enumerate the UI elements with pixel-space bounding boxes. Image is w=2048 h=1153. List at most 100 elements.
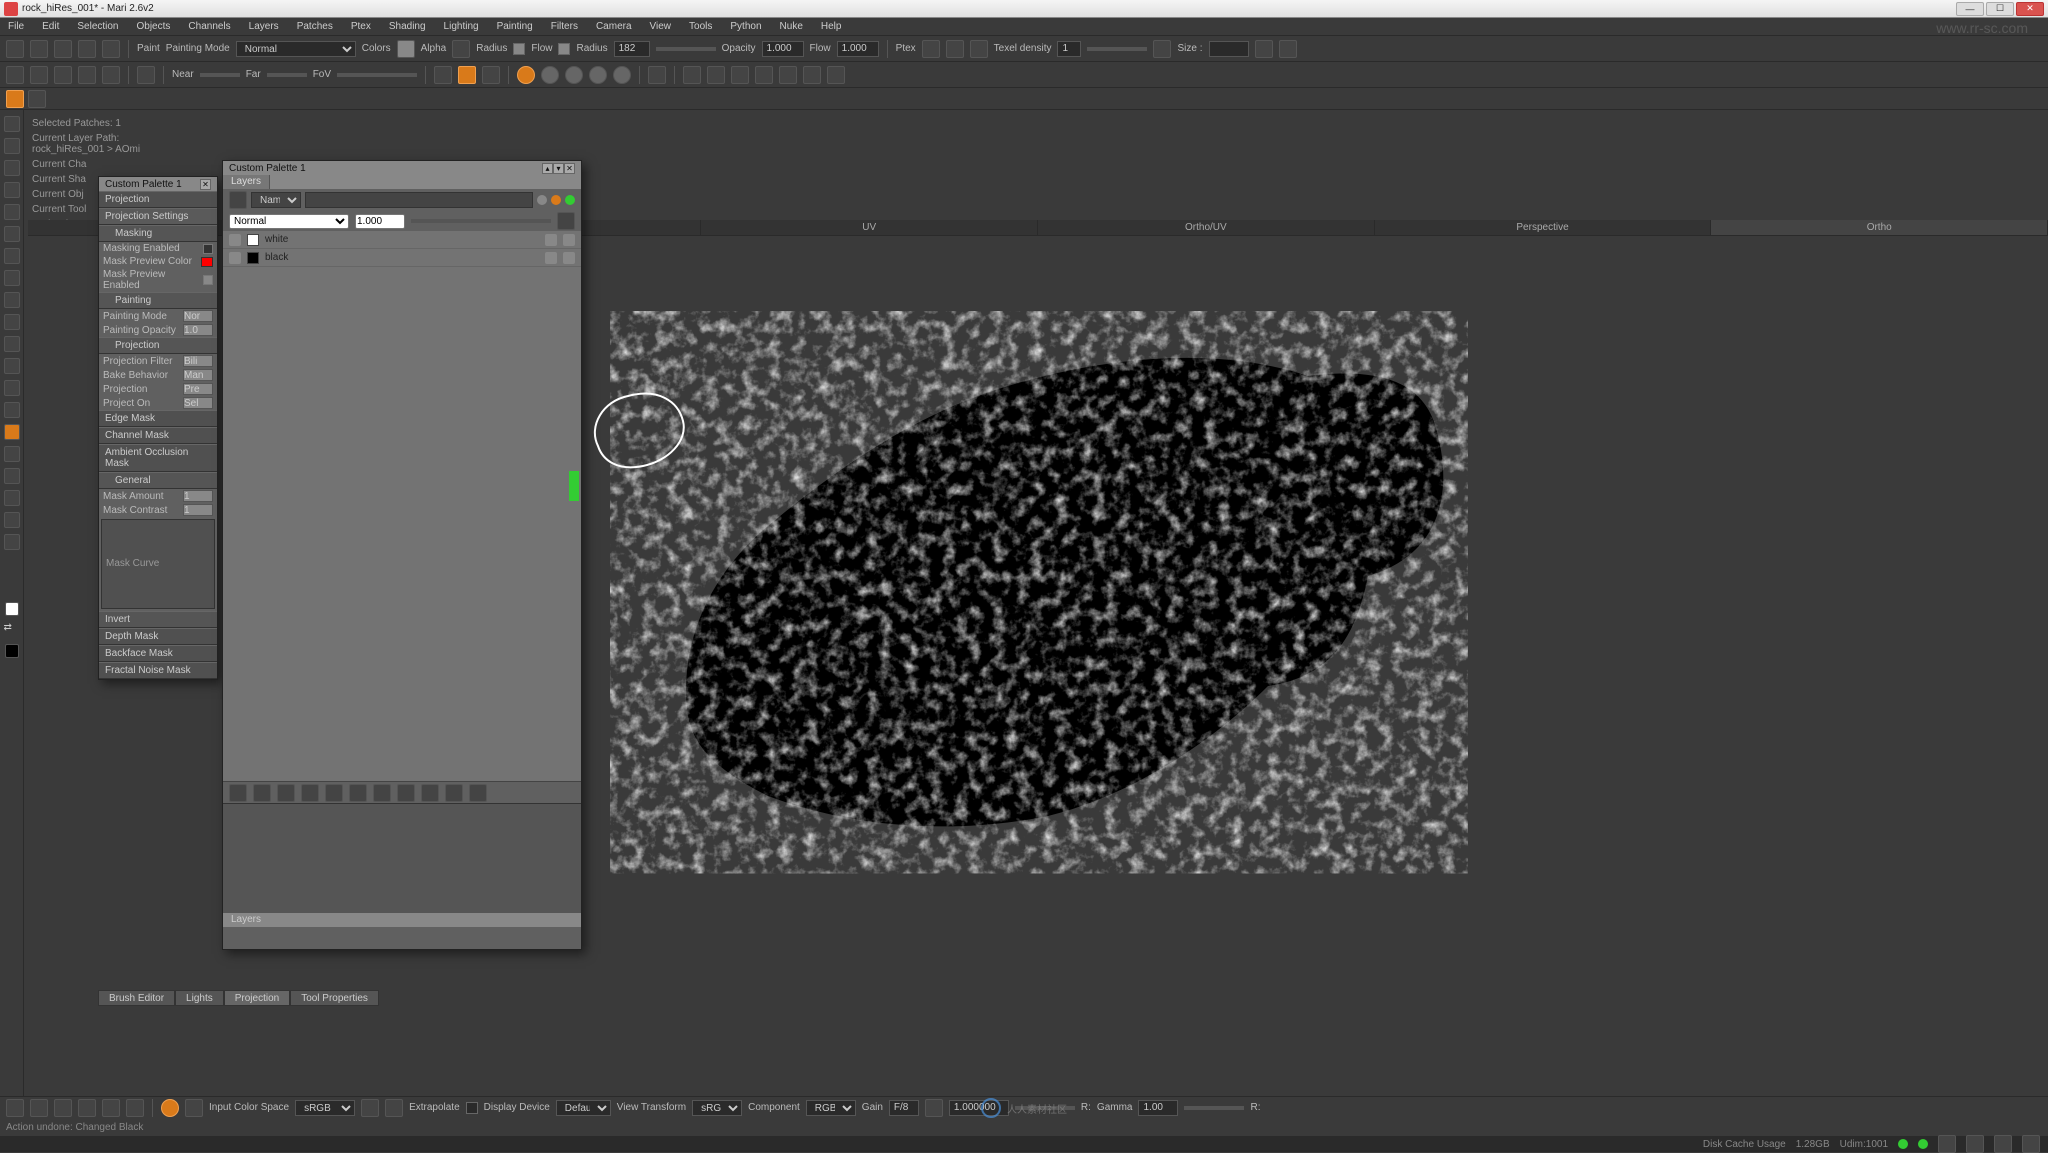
menu-camera[interactable]: Camera — [594, 19, 634, 34]
tab-ortho-uv[interactable]: Ortho/UV — [1038, 220, 1375, 235]
save-icon[interactable] — [54, 40, 72, 58]
far-slider[interactable] — [267, 73, 307, 77]
menu-painting[interactable]: Painting — [495, 19, 535, 34]
tool-extra1-icon[interactable] — [4, 446, 20, 462]
tool-mask-icon[interactable] — [4, 380, 20, 396]
footer-btn2-icon[interactable] — [1966, 1135, 1984, 1153]
add-mask-icon[interactable] — [325, 784, 343, 802]
size-btn1-icon[interactable] — [1255, 40, 1273, 58]
tool-select-icon[interactable] — [4, 116, 20, 132]
shading-btn4-icon[interactable] — [589, 66, 607, 84]
ptex-btn2-icon[interactable] — [946, 40, 964, 58]
sb-btn6-icon[interactable] — [126, 1099, 144, 1117]
tool-brush-icon[interactable] — [4, 204, 20, 220]
mask-curve-graph[interactable]: Mask Curve — [101, 519, 215, 609]
layer-opacity-btn-icon[interactable] — [557, 212, 575, 230]
menu-lighting[interactable]: Lighting — [442, 19, 481, 34]
invert-row[interactable]: Invert — [99, 611, 217, 628]
new-icon[interactable] — [6, 40, 24, 58]
painting-mode-select[interactable]: Normal — [236, 41, 356, 57]
grid-btn-icon[interactable] — [648, 66, 666, 84]
size-input[interactable] — [1209, 41, 1249, 57]
layers-name-select[interactable]: Name — [251, 192, 301, 208]
menu-tools[interactable]: Tools — [687, 19, 714, 34]
shelf-btn6-icon[interactable] — [137, 66, 155, 84]
layers-bottom-tab[interactable]: Layers — [231, 914, 261, 926]
menu-layers[interactable]: Layers — [247, 19, 281, 34]
sb-btn2-icon[interactable] — [30, 1099, 48, 1117]
display-device-select[interactable]: Default — [556, 1100, 611, 1116]
layer-lock-icon[interactable] — [545, 252, 557, 264]
layer-extra1-icon[interactable] — [445, 784, 463, 802]
layers-toggle1-icon[interactable]: ▴ — [542, 163, 553, 174]
snap-btn5-icon[interactable] — [779, 66, 797, 84]
tool-rotate-icon[interactable] — [4, 160, 20, 176]
sb-record-icon[interactable] — [161, 1099, 179, 1117]
menu-channels[interactable]: Channels — [186, 19, 232, 34]
project-on-field[interactable]: Sel — [183, 397, 213, 409]
gamma-input[interactable] — [1138, 1100, 1178, 1116]
menu-objects[interactable]: Objects — [135, 19, 173, 34]
layers-titlebar[interactable]: Custom Palette 1 ▴ ▾ ✕ — [223, 161, 581, 175]
blend-mode-select[interactable]: Normal — [229, 214, 349, 229]
redo-icon[interactable] — [102, 40, 120, 58]
component-select[interactable]: RGB — [806, 1100, 856, 1116]
gain-fstop-input[interactable] — [889, 1100, 919, 1116]
palette1-close-icon[interactable]: ✕ — [200, 179, 211, 190]
projection-type-field[interactable]: Pre — [183, 383, 213, 395]
close-button[interactable]: ✕ — [2016, 2, 2044, 16]
snap-btn3-icon[interactable] — [731, 66, 749, 84]
tool-smudge-icon[interactable] — [4, 314, 20, 330]
layer-row-black[interactable]: black — [223, 249, 581, 267]
layers-dot-grey-icon[interactable] — [537, 195, 547, 205]
layer-opacity-input[interactable] — [355, 214, 405, 229]
undo-icon[interactable] — [78, 40, 96, 58]
light-btn3-icon[interactable] — [482, 66, 500, 84]
menu-file[interactable]: File — [6, 19, 26, 34]
layer-visibility-icon[interactable] — [229, 252, 241, 264]
tool-clone-icon[interactable] — [4, 226, 20, 242]
layer-menu-icon[interactable] — [563, 234, 575, 246]
depth-mask[interactable]: Depth Mask — [99, 628, 217, 645]
fractal-noise-mask[interactable]: Fractal Noise Mask — [99, 662, 217, 679]
tool-extra4-icon[interactable] — [4, 512, 20, 528]
layers-panel[interactable]: Custom Palette 1 ▴ ▾ ✕ Layers Name Norma… — [222, 160, 582, 950]
menu-view[interactable]: View — [648, 19, 674, 34]
layer-menu-icon[interactable] — [563, 252, 575, 264]
sb-btn7-icon[interactable] — [185, 1099, 203, 1117]
shelf-btn2-icon[interactable] — [30, 66, 48, 84]
snap-btn7-icon[interactable] — [827, 66, 845, 84]
light-btn2-icon[interactable] — [458, 66, 476, 84]
layer-lock-icon[interactable] — [545, 234, 557, 246]
sb-btn4-icon[interactable] — [78, 1099, 96, 1117]
shading-btn1-icon[interactable] — [517, 66, 535, 84]
fov-slider[interactable] — [337, 73, 417, 77]
menu-help[interactable]: Help — [819, 19, 844, 34]
snap-btn6-icon[interactable] — [803, 66, 821, 84]
projection-palette[interactable]: Custom Palette 1 ✕ Projection Projection… — [98, 176, 218, 680]
mask-preview-color-swatch[interactable] — [201, 257, 213, 267]
layer-extra2-icon[interactable] — [469, 784, 487, 802]
tool-extra2-icon[interactable] — [4, 468, 20, 484]
shading-btn3-icon[interactable] — [565, 66, 583, 84]
shelf-btn4-icon[interactable] — [78, 66, 96, 84]
merge-layer-icon[interactable] — [373, 784, 391, 802]
add-layer-icon[interactable] — [229, 784, 247, 802]
tool-fill-icon[interactable] — [4, 270, 20, 286]
radius-checkbox[interactable] — [513, 43, 525, 55]
footer-btn1-icon[interactable] — [1938, 1135, 1956, 1153]
layers-dot-green-icon[interactable] — [565, 195, 575, 205]
background-color-swatch[interactable] — [5, 644, 19, 658]
add-group-icon[interactable] — [253, 784, 271, 802]
texel-input[interactable] — [1057, 41, 1081, 57]
menu-edit[interactable]: Edit — [40, 19, 61, 34]
input-colorspace-select[interactable]: sRGB — [295, 1100, 355, 1116]
painting-mode-field[interactable]: Nor — [183, 310, 213, 322]
tab-uv[interactable]: UV — [701, 220, 1038, 235]
menu-ptex[interactable]: Ptex — [349, 19, 373, 34]
texel-btn-icon[interactable] — [1153, 40, 1171, 58]
tool-picker-icon[interactable] — [4, 292, 20, 308]
tool-scale-icon[interactable] — [4, 182, 20, 198]
tool-extra5-icon[interactable] — [4, 534, 20, 550]
channel-mask[interactable]: Channel Mask — [99, 427, 217, 444]
